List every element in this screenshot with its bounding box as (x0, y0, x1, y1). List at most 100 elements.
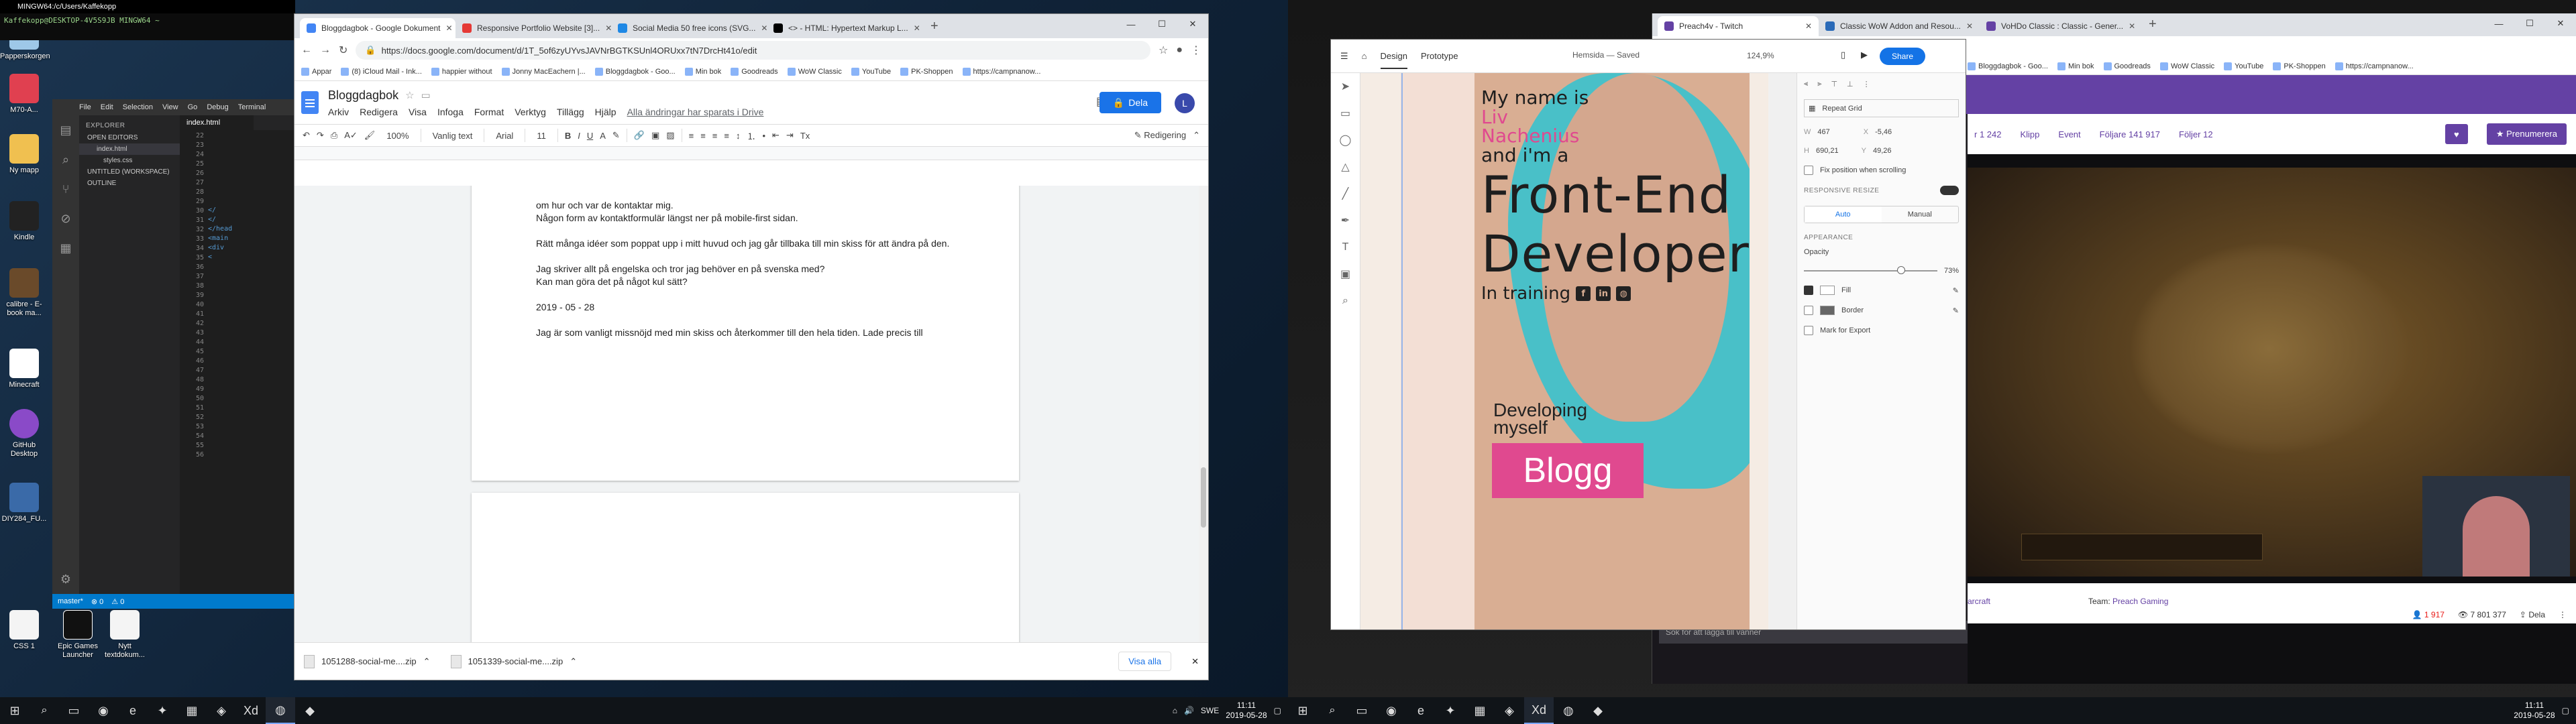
facebook-icon[interactable]: f (1576, 286, 1591, 301)
height-field[interactable]: 690,21 (1816, 147, 1839, 155)
menu-terminal[interactable]: Terminal (238, 103, 266, 111)
tab-mdn-html[interactable]: <> - HTML: Hypertext Markup L... ✕ (767, 18, 922, 38)
tab-wow-addon[interactable]: Classic WoW Addon and Resou... ✕ (1819, 16, 1980, 36)
italic-icon[interactable]: I (578, 131, 580, 141)
menu-debug[interactable]: Debug (207, 103, 228, 111)
workspace-header[interactable]: UNTITLED (WORKSPACE) (79, 166, 180, 178)
menu-tillagg[interactable]: Tillägg (557, 107, 584, 117)
border-swatch[interactable] (1820, 306, 1835, 315)
bookmark-item[interactable]: Goodreads (731, 67, 778, 76)
menu-dots-icon[interactable]: ⋮ (1191, 44, 1201, 57)
line-spacing-icon[interactable]: ↕ (736, 131, 741, 141)
desktop-icon-new-folder[interactable]: Ny mapp (0, 134, 48, 175)
close-icon[interactable]: ✕ (445, 23, 452, 33)
debug-icon[interactable]: ⊘ (52, 204, 79, 233)
close-icon[interactable]: ✕ (2129, 21, 2135, 31)
select-tool-icon[interactable]: ➤ (1331, 73, 1360, 100)
align-icon[interactable]: ⫸ (1817, 80, 1821, 88)
tab-social-icons[interactable]: Social Media 50 free icons (SVG...✕ (611, 18, 767, 38)
download-item[interactable]: 1051288-social-me....zip ⌃ (304, 654, 431, 668)
bookmark-item[interactable]: WoW Classic (787, 67, 842, 76)
spellcheck-icon[interactable]: A✓ (344, 130, 358, 141)
close-icon[interactable]: ✕ (605, 23, 611, 33)
menu-hjalp[interactable]: Hjälp (595, 107, 616, 117)
align-icon[interactable]: ⫷ (1804, 80, 1808, 88)
gear-icon[interactable]: ⚙ (52, 564, 79, 594)
outline-header[interactable]: OUTLINE (79, 178, 180, 189)
maximize-icon[interactable]: ☐ (2514, 13, 2545, 34)
repeat-grid-button[interactable]: ▦ Repeat Grid (1804, 99, 1959, 117)
explorer-icon[interactable]: ▤ (52, 115, 79, 145)
bookmark-item[interactable]: Jonny MacEachern |... (501, 67, 586, 76)
search-icon[interactable]: ⌕ (52, 145, 79, 174)
paint-format-icon[interactable]: 🖌 (364, 130, 376, 141)
desktop-icon-calibre[interactable]: calibre - E-book ma... (0, 268, 48, 318)
underline-icon[interactable]: U (587, 131, 593, 141)
indent-less-icon[interactable]: ⇤ (772, 130, 780, 141)
game-link[interactable]: arcraft (1968, 597, 1990, 606)
share-button[interactable]: ⇪ Dela (2520, 610, 2545, 619)
artboard[interactable]: My name is Liv Nachenius and i'm a Front… (1401, 73, 1750, 629)
zoom-tool-icon[interactable]: ⌕ (1331, 288, 1360, 314)
start-icon[interactable]: ⊞ (1288, 697, 1318, 724)
code-editor[interactable]: </ </ </head <main <div < (208, 131, 294, 594)
align-left-icon[interactable]: ≡ (689, 131, 694, 141)
desktop-icon-minecraft[interactable]: Minecraft (0, 349, 48, 389)
comment-add-icon[interactable]: ▣ (651, 130, 659, 141)
vscode-icon[interactable]: ◈ (207, 697, 236, 724)
address-bar[interactable]: 🔒 https://docs.google.com/document/d/1T_5… (356, 41, 1150, 60)
rectangle-tool-icon[interactable]: ▭ (1331, 100, 1360, 127)
xd-canvas[interactable]: My name is Liv Nachenius and i'm a Front… (1360, 73, 1768, 629)
bookmark-item[interactable]: Min bok (684, 67, 721, 76)
bookmark-item[interactable]: Bloggdagbok - Goo... (1968, 62, 2048, 70)
chrome-window-docs[interactable]: Bloggdagbok - Google Dokument ✕ Responsiv… (294, 13, 1209, 680)
task-view-icon[interactable]: ▭ (59, 697, 89, 724)
zoom-level[interactable]: 124,9% (1747, 51, 1774, 60)
close-icon[interactable]: ✕ (761, 23, 767, 33)
menu-edit[interactable]: Edit (101, 103, 113, 111)
app-icon[interactable]: ✦ (1436, 697, 1465, 724)
line-tool-icon[interactable]: ╱ (1331, 180, 1360, 207)
close-icon[interactable]: ✕ (1805, 21, 1812, 31)
error-count[interactable]: ⊗ 0 (91, 597, 103, 606)
follow-heart-button[interactable]: ♥ (2445, 124, 2468, 144)
menu-infoga[interactable]: Infoga (437, 107, 464, 117)
redo-icon[interactable]: ↷ (317, 130, 324, 141)
warning-count[interactable]: ⚠ 0 (111, 597, 124, 606)
explorer-icon[interactable]: ▦ (177, 697, 207, 724)
open-file-styles[interactable]: styles.css (79, 155, 180, 166)
channel-following-tab[interactable]: Följer 12 (2179, 129, 2213, 139)
numbered-list-icon[interactable]: ⒈ (747, 129, 755, 142)
notification-icon[interactable]: ▢ (2562, 706, 2569, 715)
channel-events-tab[interactable]: Event (2058, 129, 2080, 139)
menu-file[interactable]: File (79, 103, 91, 111)
editing-mode-select[interactable]: ✎ Redigering (1134, 130, 1186, 141)
pen-tool-icon[interactable]: ✒ (1331, 207, 1360, 234)
channel-clips-tab[interactable]: Klipp (2020, 129, 2039, 139)
reload-icon[interactable]: ↻ (339, 44, 347, 57)
desktop-icon-github[interactable]: GitHub Desktop (0, 409, 48, 459)
x-field[interactable]: -5,46 (1875, 128, 1892, 136)
manual-option[interactable]: Manual (1882, 206, 1959, 223)
channel-videos-tab[interactable]: r 1 242 (1974, 129, 2001, 139)
fill-swatch[interactable] (1820, 286, 1835, 295)
steam-icon[interactable]: ◉ (89, 697, 118, 724)
undo-icon[interactable]: ↶ (303, 130, 310, 141)
text-color-icon[interactable]: A (600, 131, 606, 141)
bookmark-item[interactable]: Bloggdagbok - Goo... (594, 67, 676, 76)
tab-design[interactable]: Design (1380, 43, 1407, 69)
docs-ruler[interactable] (294, 147, 1208, 160)
start-icon[interactable]: ⊞ (0, 697, 30, 724)
link-icon[interactable]: 🔗 (634, 130, 645, 141)
explorer-icon[interactable]: ▦ (1465, 697, 1495, 724)
forward-icon[interactable]: → (320, 44, 331, 56)
print-icon[interactable]: ⎙ (331, 130, 337, 141)
hero-text[interactable]: My name is Liv Nachenius and i'm a Front… (1481, 88, 1750, 304)
more-icon[interactable]: ⋮ (2559, 610, 2567, 619)
git-branch[interactable]: master* (58, 597, 83, 605)
chevron-up-icon[interactable]: ⌃ (423, 656, 431, 667)
folder-icon[interactable]: ▭ (421, 89, 431, 101)
avatar[interactable]: L (1175, 93, 1195, 113)
scroll-thumb[interactable] (1201, 467, 1206, 528)
team-info[interactable]: Team: Preach Gaming (2088, 597, 2168, 606)
